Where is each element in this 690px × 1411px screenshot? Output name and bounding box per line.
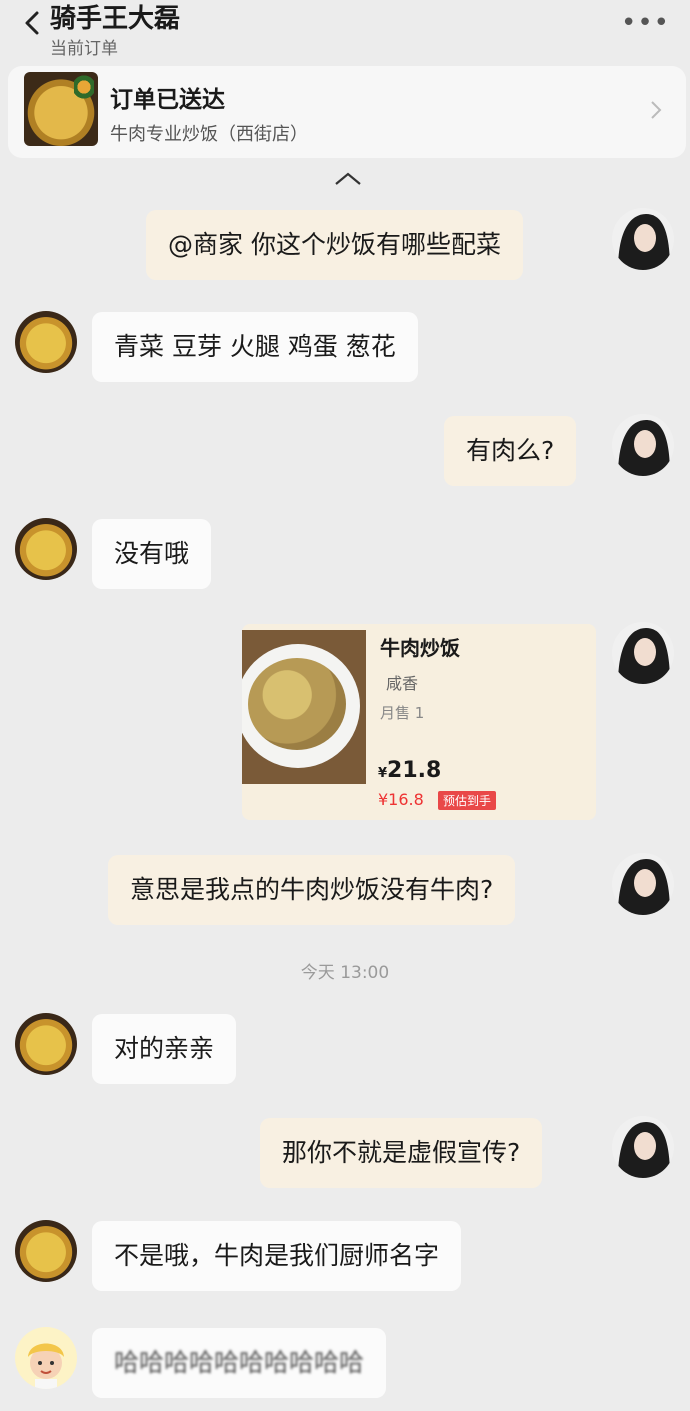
merchant-avatar[interactable] (15, 518, 77, 580)
more-options-icon[interactable]: ••• (621, 8, 670, 38)
product-name: 牛肉炒饭 (380, 636, 460, 660)
merchant-avatar[interactable] (15, 1220, 77, 1282)
order-thumbnail (24, 72, 98, 146)
user-avatar[interactable] (612, 853, 674, 915)
message-bubble: 对的亲亲 (92, 1014, 237, 1084)
user-avatar[interactable] (612, 622, 674, 684)
message-bubble: @商家 你这个炒饭有哪些配菜 (146, 210, 523, 280)
user-avatar[interactable] (15, 1327, 77, 1389)
order-card[interactable]: 订单已送达 牛肉专业炒饭（西街店） (8, 66, 686, 158)
message-bubble: 没有哦 (92, 519, 212, 589)
product-sales: 月售 1 (380, 704, 425, 722)
back-arrow-icon[interactable] (20, 10, 46, 36)
discount-badge: 预估到手 (438, 791, 497, 810)
product-image (242, 630, 366, 784)
product-card[interactable]: 牛肉炒饭 咸香 月售 1 ¥21.8 ¥16.8 预估到手 (242, 624, 596, 820)
user-avatar[interactable] (612, 1116, 674, 1178)
user-avatar[interactable] (612, 208, 674, 270)
chevron-up-icon[interactable] (330, 170, 366, 188)
chevron-right-icon (651, 101, 662, 119)
user-avatar[interactable] (612, 414, 674, 476)
message-bubble: 哈哈哈哈哈哈哈哈哈哈 (92, 1328, 387, 1398)
message-bubble: 意思是我点的牛肉炒饭没有牛肉? (108, 855, 516, 925)
order-status: 订单已送达 (110, 87, 225, 113)
message-bubble: 那你不就是虚假宣传? (260, 1118, 543, 1188)
order-shop-name: 牛肉专业炒饭（西街店） (110, 124, 308, 145)
message-bubble: 青菜 豆芽 火腿 鸡蛋 葱花 (92, 312, 418, 382)
product-price: ¥21.8 (378, 758, 442, 783)
product-tag: 咸香 (386, 674, 419, 693)
message-bubble: 不是哦，牛肉是我们厨师名字 (92, 1221, 462, 1291)
chat-title: 骑手王大磊 (50, 4, 181, 34)
merchant-avatar[interactable] (15, 1013, 77, 1075)
chat-subtitle: 当前订单 (50, 39, 118, 59)
product-discount-price: ¥16.8 (378, 790, 424, 809)
merchant-avatar[interactable] (15, 311, 77, 373)
timestamp: 今天 13:00 (300, 963, 390, 983)
message-bubble: 有肉么? (444, 416, 577, 486)
